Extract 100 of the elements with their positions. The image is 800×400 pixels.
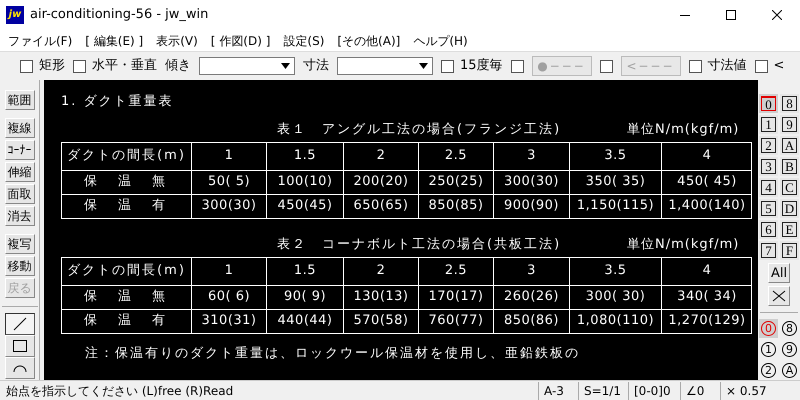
tool-button[interactable]: 範囲 (4, 90, 34, 110)
table-cell: 200(20) (343, 170, 418, 194)
field-label: 寸法 (303, 57, 329, 76)
column-header: 2 (343, 258, 418, 284)
table-cell: 850(85) (418, 194, 493, 218)
checkbox[interactable] (20, 60, 33, 72)
layer-button[interactable]: E (780, 220, 799, 239)
layer-group-button[interactable]: 1 (759, 340, 778, 359)
checkbox[interactable] (441, 60, 454, 72)
note-text: 注：保温有りのダクト重量は、ロックウール保温材を使用し、亜鉛鉄板の (85, 344, 581, 362)
table-cell: 260(26) (493, 286, 569, 308)
combo-box[interactable] (199, 57, 295, 75)
column-header: 1 (191, 142, 266, 170)
table-cell: 1,270(129) (661, 310, 752, 332)
menu-item[interactable]: ヘルプ(H) (413, 32, 468, 50)
menu-item[interactable]: 設定(S) (283, 32, 324, 50)
layer-button[interactable]: 1 (759, 115, 778, 134)
layer-button[interactable]: 8 (780, 94, 799, 113)
menu-item[interactable]: [その他(A)] (337, 32, 400, 50)
checkbox[interactable] (688, 60, 702, 72)
circle-tool-icon (12, 364, 26, 372)
close-layers-button[interactable] (768, 286, 790, 306)
layer-button[interactable]: 6 (759, 220, 778, 239)
menu-item[interactable]: [ 編集(E) ] (85, 32, 144, 50)
status-field: S=1/1 (578, 382, 628, 400)
menu-item[interactable]: ファイル(F) (8, 32, 72, 50)
checkbox[interactable] (510, 60, 524, 72)
column-header: 3 (493, 258, 569, 284)
table-cell: 440(44) (266, 310, 343, 332)
column-header: 1.5 (266, 258, 343, 284)
table-cell: 1,150(115) (569, 194, 661, 218)
checkbox-label: 寸法値 (708, 57, 747, 76)
dropdown-arrow-icon (281, 63, 290, 69)
table-cell: 570(58) (343, 310, 418, 332)
row-header: 保 温 有 (83, 312, 170, 330)
layer-button[interactable]: F (780, 241, 799, 260)
tool-button[interactable]: 伸縮 (4, 162, 34, 182)
table-cell: 300(30) (191, 194, 266, 218)
unit-label: 単位N/m(kgf/m) (627, 120, 740, 139)
minimize-icon (680, 14, 690, 16)
tool-button[interactable]: 消去 (4, 206, 34, 226)
layer-button[interactable]: 4 (759, 178, 778, 197)
checkbox-label: 水平・垂直 (92, 57, 157, 76)
column-header: ダクトの間長(m) (66, 147, 187, 166)
layer-button[interactable]: 2 (759, 136, 778, 155)
layer-button[interactable]: C (780, 178, 799, 197)
dropdown-arrow-icon (419, 63, 428, 69)
table-cell: 300( 30) (569, 286, 661, 308)
table-cell: 650(65) (343, 194, 418, 218)
tool-button[interactable]: 面取 (4, 184, 34, 204)
row-header: 保 温 無 (83, 288, 170, 306)
combo-box[interactable] (337, 57, 433, 75)
cross-icon (772, 290, 786, 302)
table-cell: 130(13) (343, 286, 418, 308)
draw-tool-button[interactable] (4, 313, 34, 335)
column-header: 4 (661, 258, 752, 284)
layer-group-button[interactable]: 9 (780, 340, 799, 359)
status-message: 始点を指示してください (L)free (R)Read (5, 382, 234, 400)
tool-button[interactable]: ｺｰﾅｰ (4, 140, 34, 160)
layer-button[interactable]: 3 (759, 157, 778, 176)
table-cell: 450( 45) (661, 170, 752, 194)
table-cell: 1,080(110) (569, 310, 661, 332)
layer-button[interactable]: 0 (759, 94, 778, 113)
layer-button[interactable]: 5 (759, 199, 778, 218)
rectangle-tool-icon (12, 340, 26, 352)
table-caption: 表１ アングル工法の場合(フランジ工法) (277, 120, 562, 139)
row-header: 保 温 有 (83, 197, 170, 216)
menu-item[interactable]: 表示(V) (156, 32, 198, 50)
menu-item[interactable]: [ 作図(D) ] (210, 32, 270, 50)
table-cell: 170(17) (418, 286, 493, 308)
checkbox[interactable] (754, 60, 768, 72)
close-icon (772, 10, 782, 20)
app-icon: jw (6, 6, 24, 24)
table-cell: 450(45) (266, 194, 343, 218)
layer-button[interactable]: B (780, 157, 799, 176)
section-heading: 1. ダクト重量表 (61, 93, 175, 111)
layer-button[interactable]: D (780, 199, 799, 218)
checkbox[interactable] (73, 60, 86, 72)
column-header: 4 (661, 142, 752, 170)
window-title: air-conditioning-56 - jw_win (30, 6, 208, 24)
layer-group-button[interactable]: 2 (759, 361, 778, 380)
column-header: 1.5 (266, 142, 343, 170)
table-cell: 850(86) (493, 310, 569, 332)
all-layers-button[interactable]: All (768, 263, 790, 283)
checkbox-label: 矩形 (39, 57, 65, 76)
layer-button[interactable]: 7 (759, 241, 778, 260)
tool-button[interactable]: 移動 (4, 256, 34, 276)
table-cell: 100(10) (266, 170, 343, 194)
table-cell: 310(31) (191, 310, 266, 332)
layer-button[interactable]: A (780, 136, 799, 155)
checkbox[interactable] (600, 60, 613, 72)
layer-group-button[interactable]: 8 (780, 319, 799, 338)
table-cell: 350( 35) (569, 170, 661, 194)
tool-button[interactable]: 複写 (4, 234, 34, 254)
layer-group-button[interactable]: A (780, 361, 799, 380)
layer-button[interactable]: 9 (780, 115, 799, 134)
tool-button[interactable]: 複線 (4, 118, 34, 138)
column-header: 3.5 (569, 258, 661, 284)
status-field: ∠0 (680, 382, 720, 400)
table-cell: 900(90) (493, 194, 569, 218)
